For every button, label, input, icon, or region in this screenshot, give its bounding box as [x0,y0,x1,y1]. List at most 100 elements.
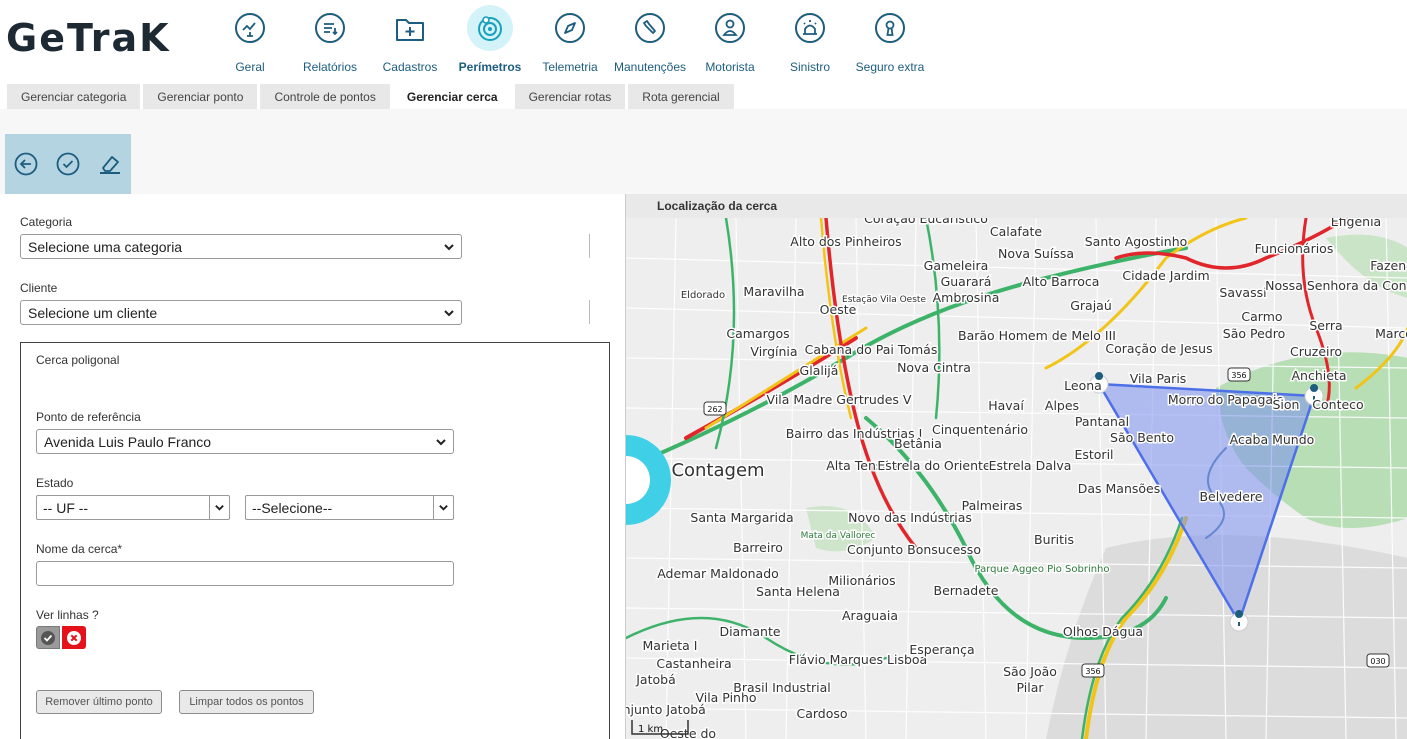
shield-label: 030 [1370,657,1385,666]
map-place-label: Barreiro [733,540,783,555]
nav-item-cadastros[interactable]: Cadastros [370,8,450,74]
map-place-label: Das Mansões [1078,481,1161,496]
map-place-label: Buritis [1034,532,1074,547]
map-place-label: Ademar Maldonado [657,566,779,581]
chevron-down-icon [444,310,454,317]
compass-icon [550,8,590,48]
map-place-label: Nova Suíssa [998,246,1074,261]
map-place-label: Belvedere [1199,489,1262,504]
map-place-label: Alto Barroca [1023,274,1100,289]
ver-linhas-no-toggle[interactable] [62,626,86,649]
nav-item-telemetria[interactable]: Telemetria [530,8,610,74]
map-place-label: Camargos [726,326,789,341]
cidade-select-value: --Selecione-- [252,499,333,516]
map-title: Localização da cerca [626,194,1407,218]
map-place-label: Vila Paris [1130,371,1187,386]
uf-select[interactable]: -- UF -- [36,495,230,520]
ponto-referencia-select[interactable]: Avenida Luis Paulo Franco [36,429,454,454]
tab-gerenciar-cerca[interactable]: Gerenciar cerca [392,84,512,109]
map-place-label: Parque Aggeo Pio Sobrinho [974,564,1109,575]
nav-item-sinistro[interactable]: Sinistro [770,8,850,74]
nav-item-relatorios[interactable]: Relatórios [290,8,370,74]
eraser-icon [100,156,120,174]
map-place-label: Leona [1064,378,1102,393]
report-icon [310,8,350,48]
map-place-label: Santa Helena [756,584,840,599]
cliente-select[interactable]: Selecione um cliente [20,300,462,325]
driver-icon [710,8,750,48]
nav-label: Cadastros [382,60,438,74]
tab-gerenciar-ponto[interactable]: Gerenciar ponto [143,84,258,109]
cidade-select[interactable]: --Selecione-- [245,495,454,520]
map-place-label: Havaí [988,398,1024,413]
map-place-label: Fazenda [1370,258,1407,273]
map-place-label: Araguaia [842,608,898,623]
map-place-label: Ambrosina [933,290,1000,305]
cliente-label: Cliente [20,281,58,295]
map-place-label: Estoril [1074,447,1113,462]
nav-item-geral[interactable]: Geral [210,8,290,74]
nome-cerca-input[interactable] [36,561,454,586]
map-place-label: Pilar [1016,680,1044,695]
ponto-referencia-value: Avenida Luis Paulo Franco [44,433,212,450]
check-circle-icon [41,630,55,645]
nav-label: Perímetros [458,60,522,74]
map-place-label: Cidade Jardim [1122,268,1209,283]
nav-label: Manutenções [613,60,687,74]
map-place-label: São Pedro [1223,326,1285,341]
keyhole-icon [870,8,910,48]
uf-select-value: -- UF -- [43,499,89,516]
map-place-label: Santa Margarida [690,510,793,525]
sub-tabs: Gerenciar categoria Gerenciar ponto Cont… [7,84,737,109]
map-place-label: Marco [1375,326,1407,341]
map-place-label: Morro do Papagaio [1168,392,1284,407]
highway-shield: 030 [1366,653,1390,668]
back-button[interactable] [13,151,39,177]
uf-dropdown-toggle[interactable] [209,496,229,519]
map-place-label: Sion [1273,397,1300,412]
remove-last-point-button[interactable]: Remover último ponto [36,690,162,714]
nav-item-perimetros[interactable]: Perímetros [450,5,530,74]
nome-cerca-label: Nome da cerca* [36,542,123,556]
folder-plus-icon [390,8,430,48]
map-place-label: Cabana do Pai Tomás [805,342,938,357]
confirm-button[interactable] [55,151,81,177]
tab-gerenciar-rotas[interactable]: Gerenciar rotas [514,84,626,109]
map-place-label: Cruzeiro [1290,344,1342,359]
map-place-label: Cardoso [796,706,847,721]
map-canvas[interactable]: 262 356 356 030 Coração Eucarístico Cala… [626,218,1407,739]
nav-item-motorista[interactable]: Motorista [690,8,770,74]
nav-item-seguro-extra[interactable]: Seguro extra [850,8,930,74]
tab-gerenciar-categoria[interactable]: Gerenciar categoria [7,84,141,109]
tab-rota-gerencial[interactable]: Rota gerencial [628,84,734,109]
monitor-chart-icon [230,8,270,48]
map-place-label: Grajaú [1070,298,1112,313]
ver-linhas-yes-toggle[interactable] [36,626,60,649]
map-place-label: Bernadete [934,583,999,598]
clear-all-points-button[interactable]: Limpar todos os pontos [179,690,314,714]
nav-label: Motorista [705,60,755,74]
nav-label: Telemetria [542,60,598,74]
map-place-label: Eldorado [681,290,725,301]
map-place-label: Anchieta [1292,368,1347,383]
map-place-label: Olhos Dágua [1063,624,1143,639]
map-place-label: São Bento [1110,430,1174,445]
categoria-select[interactable]: Selecione uma categoria [20,234,462,259]
map-place-label: Alpes [1045,398,1079,413]
map-place-label: Savassi [1219,285,1266,300]
map-place-label: Funcionários [1255,241,1334,256]
action-toolbar [5,134,131,194]
map-place-label: Conjunto Jatobá [626,702,706,717]
categoria-label: Categoria [20,215,73,229]
tab-controle-de-pontos[interactable]: Controle de pontos [260,84,390,109]
section-title: Cerca poligonal [36,353,120,367]
nav-label: Sinistro [789,60,830,74]
nav-label: Relatórios [302,60,358,74]
cidade-dropdown-toggle[interactable] [433,496,453,519]
map-place-label: Gameleira [924,258,989,273]
main-nav: Geral Relatórios Cadastros Perímetros Te… [210,5,930,74]
map-place-label: Conjunto Bonsucesso [847,542,981,557]
erase-button[interactable] [97,151,123,177]
nav-item-manutencoes[interactable]: Manutenções [610,8,690,74]
highway-shield: 262 [703,401,727,416]
